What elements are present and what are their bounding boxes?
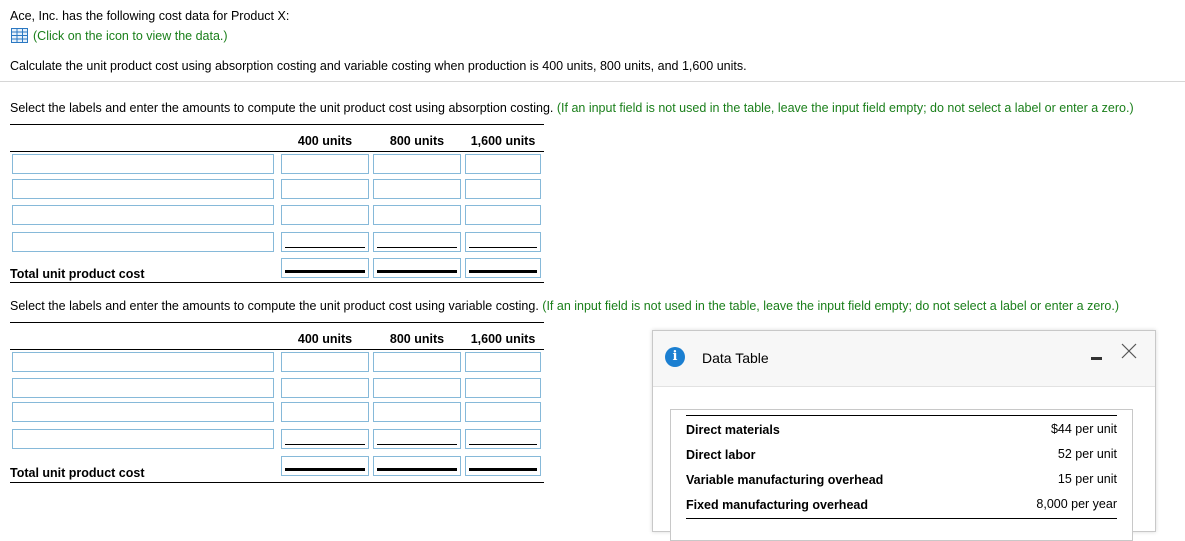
data-value: 15 per unit [1057,472,1117,486]
table-row [10,205,544,227]
table-row [10,352,544,374]
total-input-1600[interactable] [465,258,541,278]
column-header-400: 400 units [297,134,353,148]
amount-input-800[interactable] [373,179,461,199]
amount-input-1600[interactable] [465,154,541,174]
amount-input-1600[interactable] [465,429,541,449]
total-input-800[interactable] [373,258,461,278]
data-label: Direct labor [686,448,756,462]
total-input-400[interactable] [281,456,369,476]
amount-input-800[interactable] [373,402,461,422]
variable-instruction-text: Select the labels and enter the amounts … [10,299,539,313]
intro-text: Ace, Inc. has the following cost data fo… [10,9,290,23]
label-select[interactable] [12,179,274,199]
amount-input-400[interactable] [281,378,369,398]
minimize-icon[interactable] [1091,357,1102,360]
column-header-1600: 1,600 units [470,134,536,148]
amount-input-400[interactable] [281,179,369,199]
data-row-direct-labor: Direct labor 52 per unit [686,444,1117,468]
calc-instruction: Calculate the unit product cost using ab… [10,59,747,73]
column-header-800: 800 units [389,134,445,148]
column-header-1600: 1,600 units [470,332,536,346]
amount-input-1600[interactable] [465,205,541,225]
amount-input-400[interactable] [281,154,369,174]
amount-input-800[interactable] [373,352,461,372]
data-table-dialog: i Data Table Direct materials $44 per un… [652,330,1156,541]
info-icon: i [665,347,685,367]
table-row [10,429,544,451]
label-select[interactable] [12,429,274,449]
label-select[interactable] [12,402,274,422]
variable-note: (If an input field is not used in the ta… [542,299,1120,313]
dialog-title: Data Table [702,350,769,366]
close-icon[interactable] [1119,341,1139,361]
amount-input-1600[interactable] [465,378,541,398]
label-select[interactable] [12,232,274,252]
amount-input-800[interactable] [373,154,461,174]
data-label: Variable manufacturing overhead [686,473,884,487]
column-header-400: 400 units [297,332,353,346]
absorption-note: (If an input field is not used in the ta… [556,101,1134,115]
divider [0,81,1185,82]
table-row [10,179,544,201]
amount-input-1600[interactable] [465,179,541,199]
data-row-direct-materials: Direct materials $44 per unit [686,419,1117,443]
amount-input-800[interactable] [373,378,461,398]
amount-input-400[interactable] [281,205,369,225]
view-data-link[interactable]: (Click on the icon to view the data.) [11,28,228,43]
table-row [10,154,544,176]
amount-input-1600[interactable] [465,352,541,372]
data-row-fixed-overhead: Fixed manufacturing overhead 8,000 per y… [686,494,1117,519]
total-label: Total unit product cost [10,466,145,480]
dialog-header: i Data Table [653,331,1155,387]
amount-input-1600[interactable] [465,402,541,422]
total-label: Total unit product cost [10,267,145,281]
amount-input-400[interactable] [281,232,369,252]
label-select[interactable] [12,378,274,398]
view-data-link-text[interactable]: (Click on the icon to view the data.) [33,29,228,43]
absorption-instruction: Select the labels and enter the amounts … [10,101,1134,115]
total-row: Total unit product cost [10,456,544,480]
data-value: 52 per unit [1057,447,1117,461]
label-select[interactable] [12,205,274,225]
data-label: Fixed manufacturing overhead [686,498,868,512]
label-select[interactable] [12,154,274,174]
variable-instruction: Select the labels and enter the amounts … [10,299,1119,313]
table-row [10,232,544,254]
total-input-1600[interactable] [465,456,541,476]
data-label: Direct materials [686,423,780,437]
amount-input-800[interactable] [373,205,461,225]
variable-table: 400 units 800 units 1,600 units Total un… [10,322,544,487]
table-row [10,402,544,424]
data-value: 8,000 per year [1036,497,1117,511]
total-input-800[interactable] [373,456,461,476]
amount-input-800[interactable] [373,232,461,252]
column-header-800: 800 units [389,332,445,346]
amount-input-400[interactable] [281,402,369,422]
table-row [10,378,544,400]
total-input-400[interactable] [281,258,369,278]
absorption-table: 400 units 800 units 1,600 units Total un… [10,124,544,284]
amount-input-1600[interactable] [465,232,541,252]
table-grid-icon[interactable] [11,28,28,43]
absorption-instruction-text: Select the labels and enter the amounts … [10,101,554,115]
amount-input-800[interactable] [373,429,461,449]
total-row: Total unit product cost [10,258,544,281]
data-table: Direct materials $44 per unit Direct lab… [670,409,1133,541]
data-row-variable-overhead: Variable manufacturing overhead 15 per u… [686,469,1117,493]
label-select[interactable] [12,352,274,372]
amount-input-400[interactable] [281,352,369,372]
data-value: $44 per unit [1050,422,1117,436]
amount-input-400[interactable] [281,429,369,449]
